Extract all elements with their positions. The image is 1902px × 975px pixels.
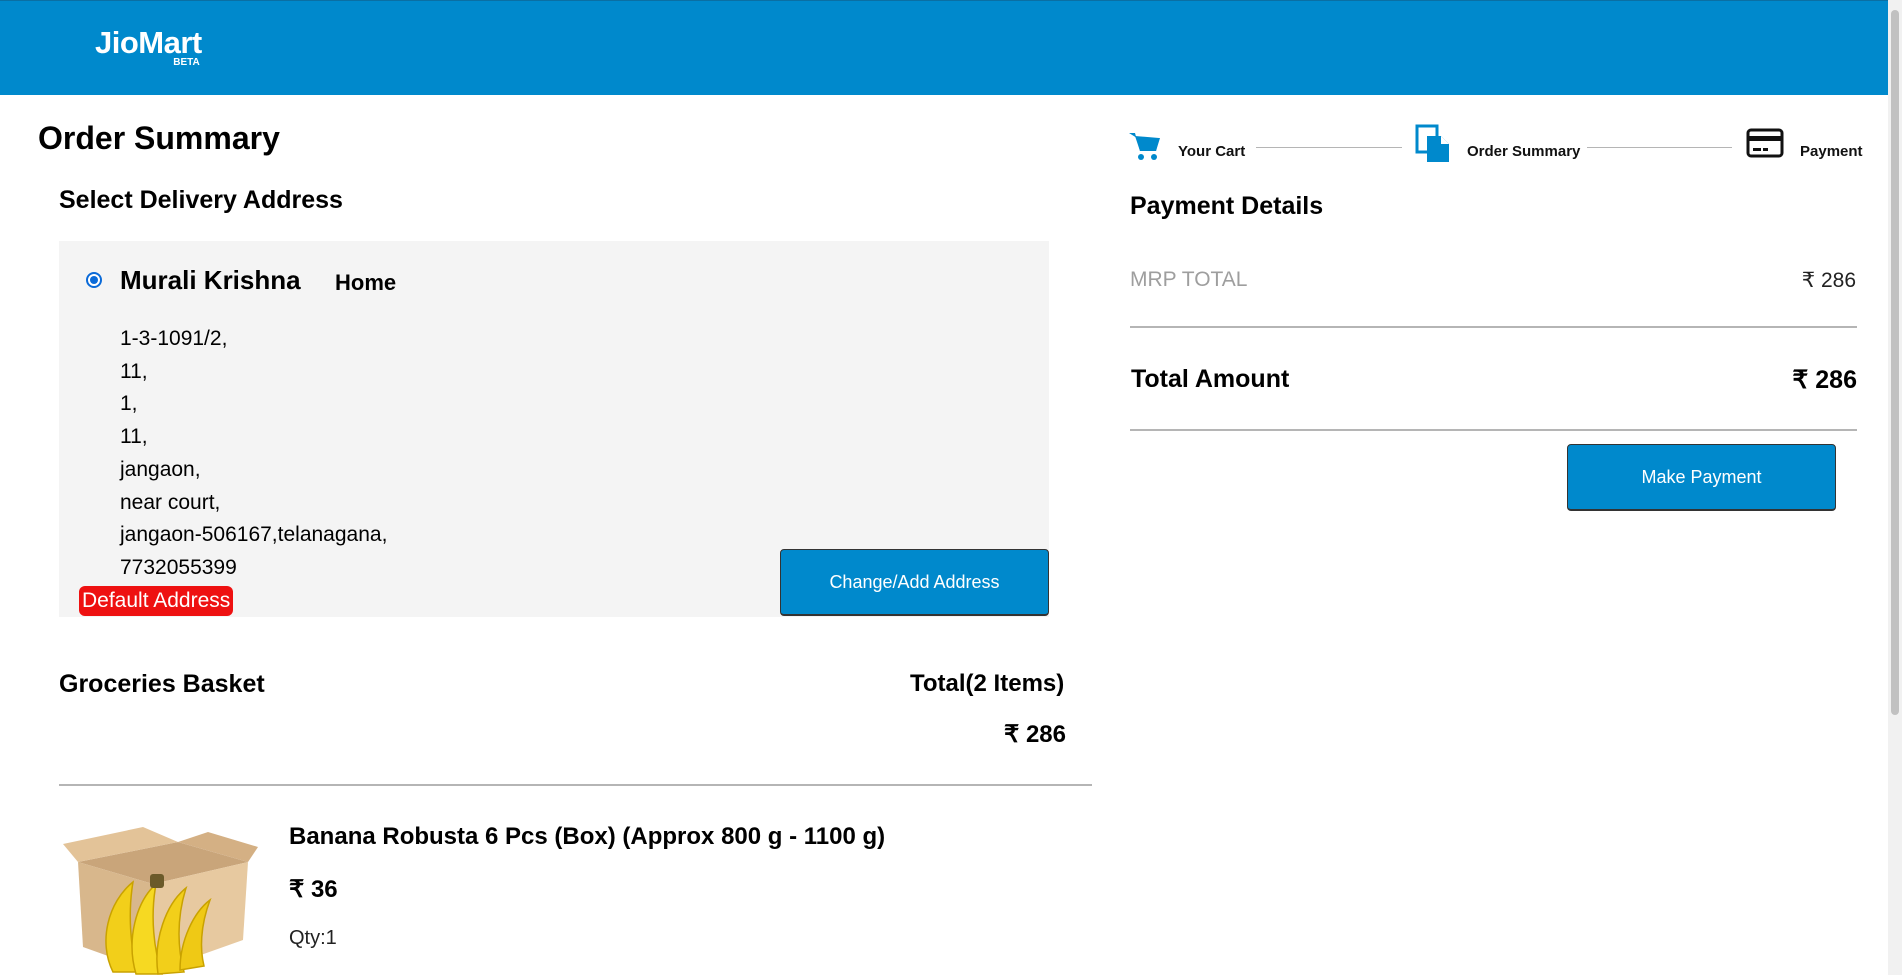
mrp-total-value: ₹ 286 bbox=[1801, 269, 1856, 292]
address-lines: 1-3-1091/2, 11, 1, 11, jangaon, near cou… bbox=[120, 323, 387, 585]
checkout-steps: Your Cart Order Summary Payment bbox=[1128, 124, 1863, 168]
page-title: Order Summary bbox=[38, 120, 280, 156]
address-card[interactable]: Murali Krishna Home 1-3-1091/2, 11, 1, 1… bbox=[59, 241, 1049, 617]
address-line: jangaon-506167,telanagana, bbox=[120, 523, 388, 547]
jiomart-logo[interactable]: JioMart BETA bbox=[95, 25, 202, 68]
product-price: ₹ 36 bbox=[289, 876, 338, 903]
default-address-badge: Default Address bbox=[79, 586, 234, 616]
step-order-summary: Order Summary bbox=[1467, 143, 1581, 160]
product-qty: Qty:1 bbox=[289, 927, 337, 949]
logo-beta-badge: BETA bbox=[173, 57, 200, 68]
address-type: Home bbox=[335, 270, 397, 295]
card-icon bbox=[1746, 128, 1784, 163]
step-payment: Payment bbox=[1800, 143, 1863, 160]
basket-total-label: Total(2 Items) bbox=[910, 670, 1065, 697]
scrollbar-thumb[interactable] bbox=[1891, 10, 1899, 715]
total-amount-value: ₹ 286 bbox=[1792, 366, 1857, 394]
step-your-cart: Your Cart bbox=[1178, 143, 1246, 160]
address-line: 1, bbox=[120, 392, 138, 416]
address-radio[interactable] bbox=[86, 272, 102, 288]
address-line: 11, bbox=[120, 425, 148, 449]
address-line: jangaon, bbox=[120, 457, 201, 481]
address-line: 1-3-1091/2, bbox=[120, 327, 228, 350]
cart-icon bbox=[1128, 128, 1162, 167]
product-image[interactable] bbox=[58, 822, 258, 975]
make-payment-button[interactable]: Make Payment bbox=[1567, 444, 1836, 511]
banana-box-icon bbox=[63, 827, 258, 975]
address-line: 7732055399 bbox=[120, 555, 237, 579]
address-name: Murali Krishna bbox=[120, 265, 301, 295]
basket-total-value: ₹ 286 bbox=[1004, 721, 1066, 748]
divider bbox=[59, 784, 1092, 786]
document-icon bbox=[1415, 124, 1451, 169]
total-amount-label: Total Amount bbox=[1131, 365, 1290, 393]
address-line: 11, bbox=[120, 359, 148, 383]
product-name[interactable]: Banana Robusta 6 Pcs (Box) (Approx 800 g… bbox=[289, 823, 885, 851]
divider bbox=[1130, 429, 1857, 431]
mrp-total-label: MRP TOTAL bbox=[1130, 268, 1248, 291]
basket-title: Groceries Basket bbox=[59, 670, 265, 698]
step-connector bbox=[1256, 147, 1402, 148]
page-scrollbar[interactable] bbox=[1888, 0, 1902, 975]
payment-details-title: Payment Details bbox=[1130, 192, 1324, 220]
address-section-title: Select Delivery Address bbox=[59, 186, 343, 214]
top-header: JioMart BETA bbox=[0, 0, 1902, 95]
change-address-button[interactable]: Change/Add Address bbox=[780, 549, 1049, 616]
divider bbox=[1130, 326, 1857, 328]
step-connector bbox=[1587, 147, 1732, 148]
address-line: near court, bbox=[120, 490, 221, 514]
logo-text: JioMart bbox=[95, 25, 202, 60]
